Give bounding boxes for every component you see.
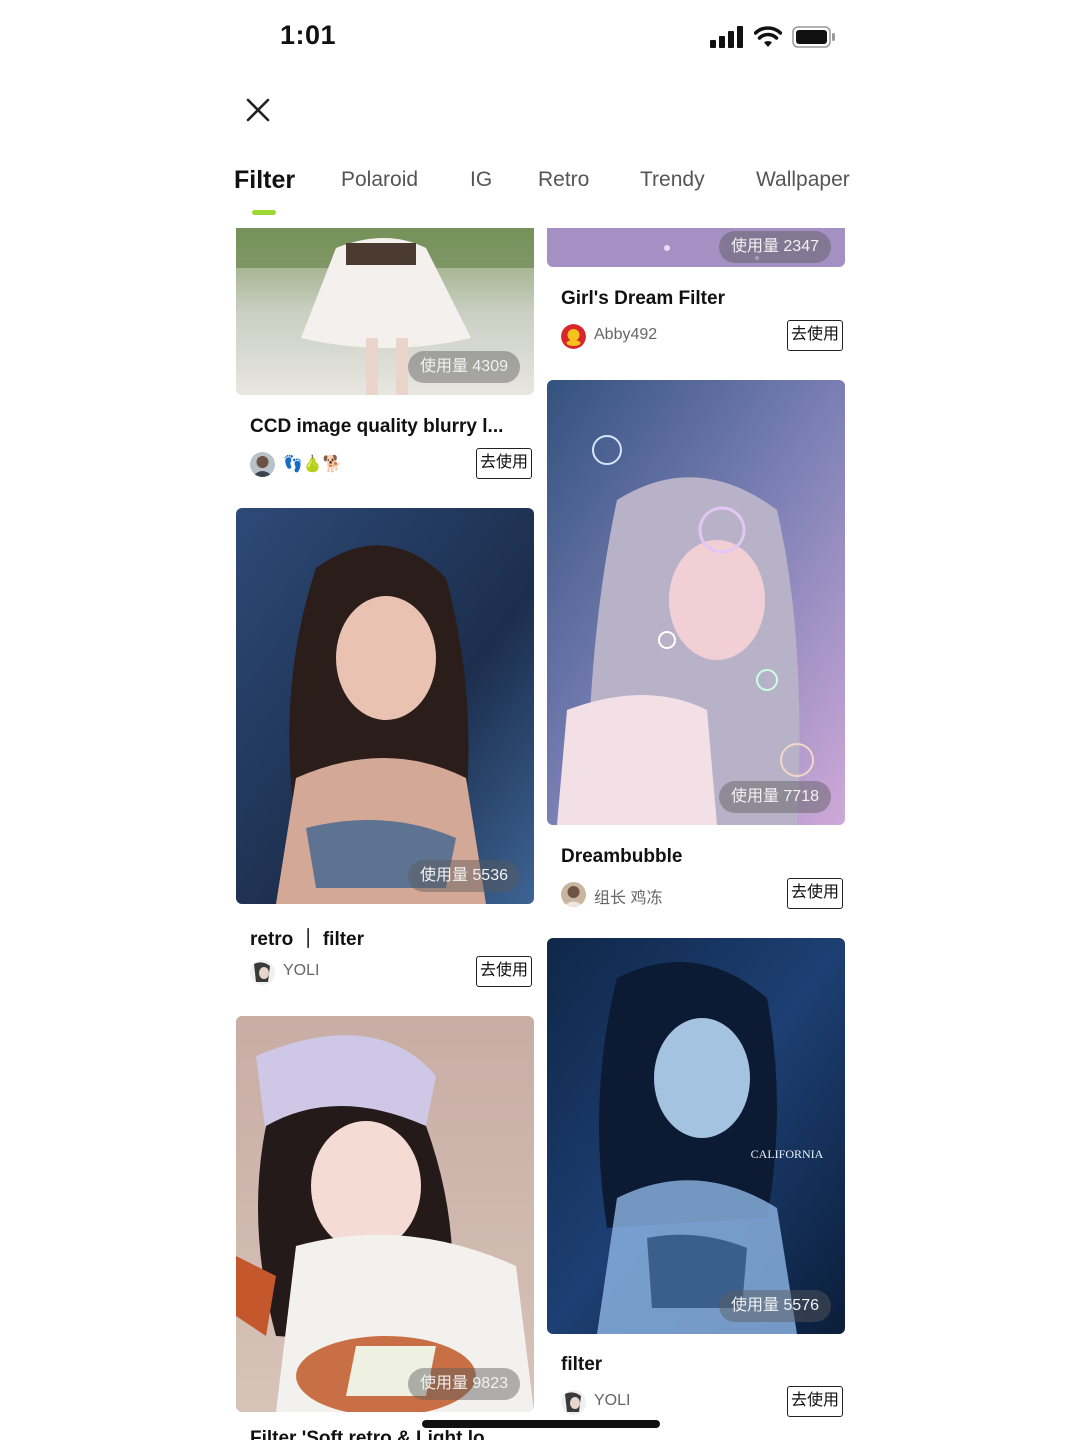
card-title: retro ｜ filter (250, 929, 365, 950)
filter-card[interactable]: 使用量 7718 Dreambubble 组长 鸡冻 去使用 (547, 380, 845, 910)
filter-card[interactable]: CALIFORNIA 使用量 5576 filter YOLI 去使用 (547, 938, 845, 1418)
tab-retro[interactable]: Retro (538, 168, 589, 192)
thumbnail-image (236, 1016, 534, 1412)
use-button[interactable]: 去使用 (476, 956, 532, 987)
tab-polaroid[interactable]: Polaroid (341, 168, 418, 192)
close-icon (246, 98, 270, 122)
cellular-signal-icon (710, 26, 743, 48)
close-button[interactable] (238, 90, 278, 130)
usage-count: 使用量 2347 (718, 231, 831, 263)
use-button[interactable]: 去使用 (787, 320, 843, 351)
tab-trendy[interactable]: Trendy (640, 168, 705, 192)
author-row: YOLI 去使用 (561, 1386, 843, 1418)
battery-icon (792, 26, 835, 48)
home-indicator (422, 1420, 660, 1428)
filter-thumbnail[interactable]: 使用量 2347 (547, 228, 845, 267)
thumbnail-image: CALIFORNIA (547, 938, 845, 1334)
avatar (561, 324, 586, 349)
wifi-icon (754, 26, 782, 47)
avatar (561, 1390, 586, 1415)
author-name: 👣🍐🐕 (283, 456, 343, 473)
filter-thumbnail[interactable]: CALIFORNIA 使用量 5576 (547, 938, 845, 1334)
filter-card[interactable]: 使用量 5536 retro ｜ filter YOLI 去使用 (236, 508, 534, 1008)
status-icons (710, 26, 836, 48)
filter-thumbnail[interactable]: 使用量 4309 (236, 228, 534, 395)
usage-count: 使用量 4309 (407, 351, 520, 383)
usage-count: 使用量 7718 (718, 781, 831, 813)
author-name: 组长 鸡冻 (594, 890, 663, 907)
card-title: Filter 'Soft retro & Light lo (250, 1428, 485, 1440)
author-name: YOLI (283, 962, 320, 979)
author-row: 👣🍐🐕 去使用 (250, 448, 532, 480)
filter-thumbnail[interactable]: 使用量 9823 (236, 1016, 534, 1412)
author-row: Abby492 去使用 (561, 320, 843, 352)
author-name: YOLI (594, 1392, 631, 1409)
thumbnail-image (547, 380, 845, 825)
status-time: 1:01 (280, 20, 337, 50)
filter-thumbnail[interactable]: 使用量 7718 (547, 380, 845, 825)
filter-thumbnail[interactable]: 使用量 5536 (236, 508, 534, 904)
card-title: CCD image quality blurry l... (250, 416, 504, 437)
use-button[interactable]: 去使用 (787, 878, 843, 909)
tab-ig[interactable]: IG (470, 168, 492, 192)
filter-card[interactable]: 使用量 2347 Girl's Dream Filter Abby492 去使用 (547, 228, 845, 358)
thumbnail-image (236, 508, 534, 904)
card-title: filter (561, 1354, 603, 1375)
status-bar: 1:01 (0, 0, 1080, 76)
use-button[interactable]: 去使用 (476, 448, 532, 479)
avatar (561, 882, 586, 907)
card-title: Girl's Dream Filter (561, 288, 725, 309)
use-button[interactable]: 去使用 (787, 1386, 843, 1417)
tab-wallpaper[interactable]: Wallpaper (756, 168, 850, 192)
filter-card[interactable]: 使用量 9823 Filter 'Soft retro & Light lo (236, 1016, 534, 1440)
usage-count: 使用量 9823 (407, 1368, 520, 1400)
usage-count: 使用量 5576 (718, 1290, 831, 1322)
usage-count: 使用量 5536 (407, 860, 520, 892)
card-title: Dreambubble (561, 846, 683, 867)
active-tab-indicator (252, 210, 276, 215)
author-row: 组长 鸡冻 去使用 (561, 878, 843, 910)
tab-filter[interactable]: Filter (234, 166, 295, 195)
california-overlay-text: CALIFORNIA (751, 1147, 824, 1161)
author-row: YOLI 去使用 (250, 956, 532, 988)
filter-card[interactable]: 使用量 4309 CCD image quality blurry l... 👣… (236, 228, 534, 498)
category-tabs: Filter Polaroid IG Retro Trendy Wallpape… (234, 166, 874, 216)
avatar (250, 452, 275, 477)
author-name: Abby492 (594, 326, 658, 343)
filter-feed: 使用量 4309 CCD image quality blurry l... 👣… (0, 228, 1080, 1440)
avatar (250, 960, 275, 985)
